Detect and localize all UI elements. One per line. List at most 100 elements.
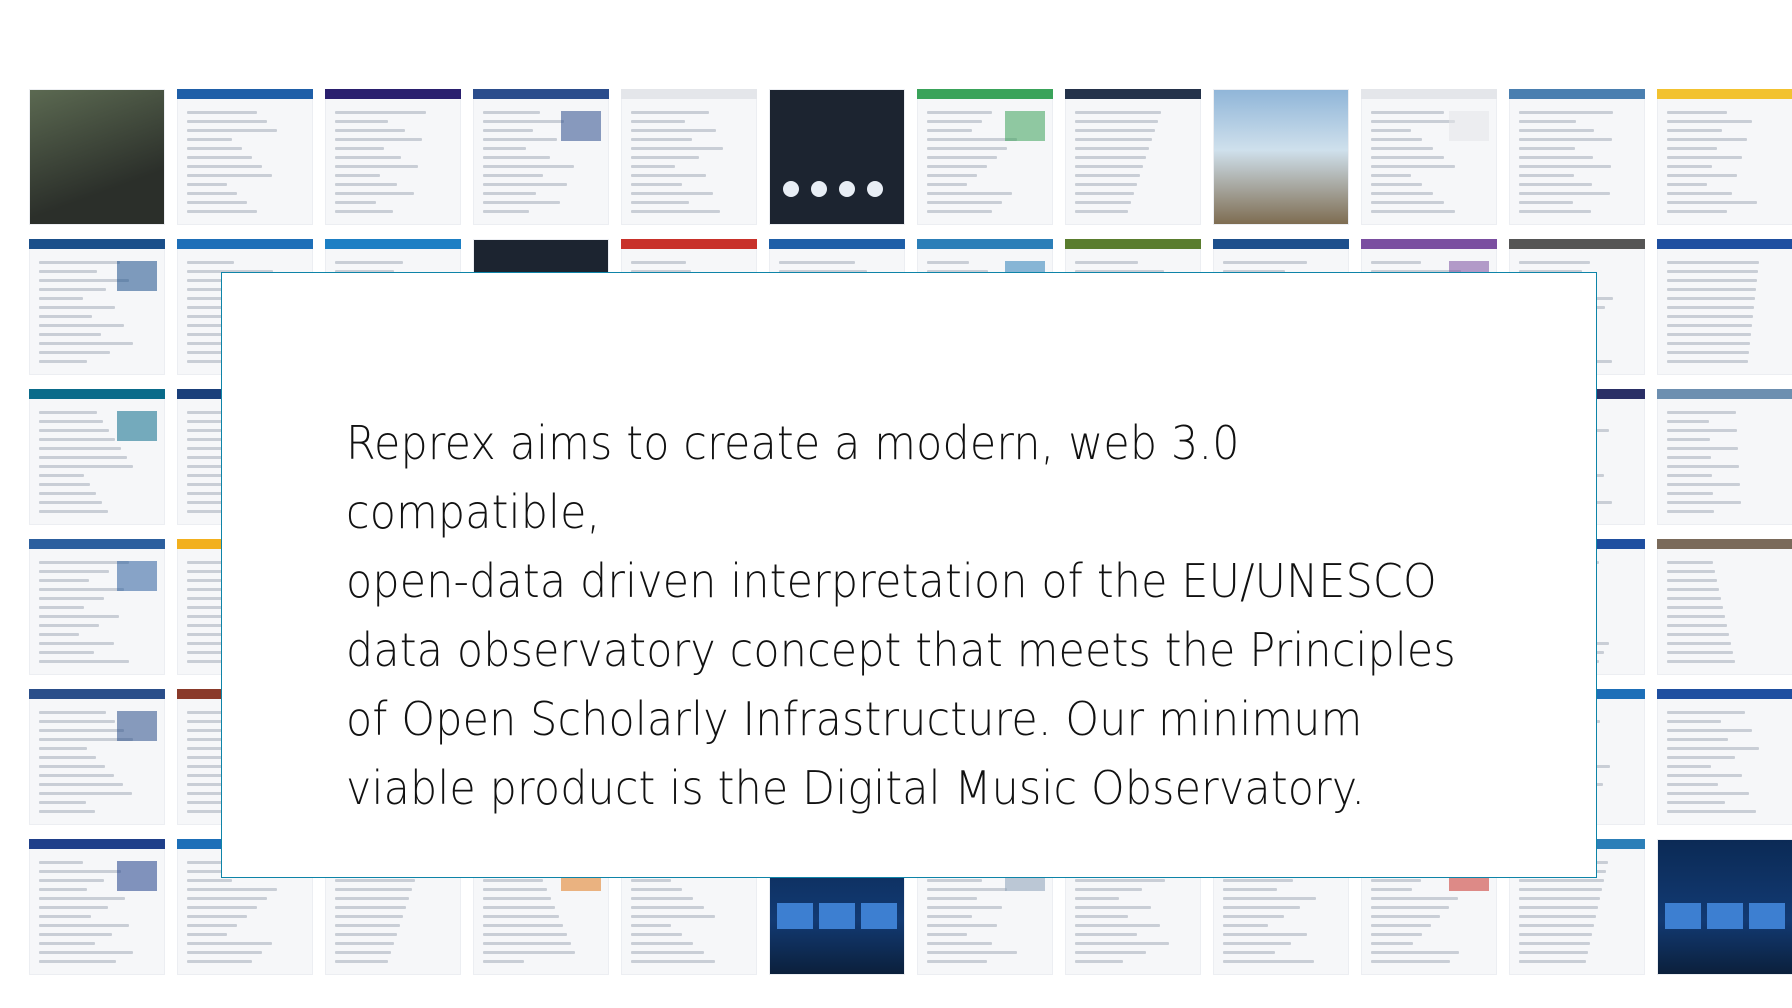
thumbnail-text-line [1371, 924, 1431, 927]
thumbnail-text-line [39, 561, 129, 564]
thumbnail-text-line [1075, 879, 1165, 882]
thumbnail-text-line [1667, 492, 1713, 495]
thumbnail-text-line [483, 120, 564, 123]
thumbnail-text-line [1519, 210, 1591, 213]
thumbnail-text-line [1371, 933, 1422, 936]
thumbnail-text-line [39, 933, 112, 936]
website-thumbnail [1657, 539, 1792, 675]
thumbnail-text-line [1519, 156, 1593, 159]
thumbnail-text-line [1371, 951, 1459, 954]
thumbnail-text-line [1371, 183, 1422, 186]
thumbnail-text-line [1371, 906, 1449, 909]
thumbnail-text-line [483, 915, 559, 918]
thumbnail-text-line [1667, 447, 1738, 450]
thumbnail-text-line [483, 906, 555, 909]
thumbnail-text-line [631, 942, 693, 945]
thumbnail-text-line [1223, 933, 1307, 936]
website-thumbnail [621, 89, 757, 225]
thumbnail-text-line [631, 138, 692, 141]
thumbnail-text-line [1667, 306, 1754, 309]
thumbnail-text-line [631, 933, 682, 936]
thumbnail-text-line [335, 897, 409, 900]
thumbnail-text-line [39, 756, 96, 759]
thumbnail-text-line [631, 111, 709, 114]
thumbnail-header-bar [29, 689, 165, 699]
thumbnail-text-line [927, 888, 1007, 891]
thumbnail-dot [783, 181, 799, 197]
thumbnail-text-line [1519, 192, 1610, 195]
thumbnail-text-line [39, 456, 127, 459]
thumbnail-text-line [1667, 279, 1757, 282]
thumbnail-text-line [1075, 906, 1151, 909]
thumbnail-text-line [39, 429, 109, 432]
thumbnail-text-line [335, 183, 397, 186]
thumbnail-text-line [39, 783, 123, 786]
thumbnail-text-line [1519, 942, 1590, 945]
thumbnail-text-line [1075, 165, 1143, 168]
thumbnail-text-line [1519, 111, 1613, 114]
thumbnail-text-line [335, 951, 391, 954]
thumbnail-text-line [39, 720, 115, 723]
thumbnail-text-line [39, 774, 114, 777]
thumbnail-text-line [1519, 147, 1575, 150]
thumbnail-text-line [187, 933, 227, 936]
thumbnail-text-line [1075, 129, 1155, 132]
thumbnail-text-line [39, 438, 115, 441]
thumbnail-image [117, 261, 157, 291]
thumbnail-header-bar [1361, 89, 1497, 99]
thumbnail-text-line [39, 951, 133, 954]
thumbnail-card [777, 903, 813, 929]
thumbnail-text-line [1667, 501, 1741, 504]
thumbnail-image [117, 711, 157, 741]
thumbnail-text-line [187, 120, 267, 123]
thumbnail-text-line [1667, 810, 1756, 813]
thumbnail-text-line [1667, 801, 1725, 804]
thumbnail-text-line [1519, 906, 1598, 909]
thumbnail-text-line [39, 606, 84, 609]
thumbnail-text-line [187, 147, 242, 150]
thumbnail-text-line [927, 165, 987, 168]
thumbnail-text-line [39, 483, 90, 486]
thumbnail-text-line [1667, 606, 1723, 609]
thumbnail-image [117, 411, 157, 441]
thumbnail-image [117, 561, 157, 591]
thumbnail-text-line [39, 861, 83, 864]
thumbnail-text-line [39, 651, 94, 654]
thumbnail-text-line [1667, 720, 1721, 723]
thumbnail-text-line [1223, 951, 1275, 954]
thumbnail-text-line [1667, 660, 1735, 663]
thumbnail-text-line [1667, 270, 1758, 273]
thumbnail-header-bar [769, 239, 905, 249]
thumbnail-text-line [927, 111, 992, 114]
thumbnail-text-line [1223, 879, 1293, 882]
thumbnail-text-line [187, 924, 237, 927]
thumbnail-text-line [1667, 651, 1733, 654]
thumbnail-text-line [1075, 897, 1119, 900]
thumbnail-header-bar [1657, 689, 1792, 699]
thumbnail-text-line [39, 942, 95, 945]
thumbnail-text-line [631, 183, 682, 186]
thumbnail-text-line [187, 897, 267, 900]
thumbnail-text-line [483, 183, 567, 186]
thumbnail-text-line [187, 915, 247, 918]
thumbnail-text-line [927, 897, 977, 900]
thumbnail-text-line [1667, 765, 1711, 768]
thumbnail-text-line [335, 888, 412, 891]
thumbnail-header-bar [29, 539, 165, 549]
thumbnail-text-line [1519, 138, 1612, 141]
thumbnail-text-line [335, 201, 376, 204]
thumbnail-text-line [1667, 456, 1711, 459]
thumbnail-text-line [39, 270, 97, 273]
thumbnail-text-line [1371, 261, 1421, 264]
thumbnail-text-line [779, 261, 855, 264]
thumbnail-text-line [335, 933, 397, 936]
thumbnail-text-line [483, 210, 529, 213]
thumbnail-text-line [1519, 174, 1574, 177]
thumbnail-text-line [1371, 111, 1444, 114]
thumbnail-text-line [1223, 942, 1291, 945]
thumbnail-text-line [1667, 429, 1737, 432]
thumbnail-text-line [1667, 411, 1736, 414]
thumbnail-text-line [927, 183, 967, 186]
thumbnail-header-bar [1657, 389, 1792, 399]
thumbnail-text-line [187, 261, 234, 264]
